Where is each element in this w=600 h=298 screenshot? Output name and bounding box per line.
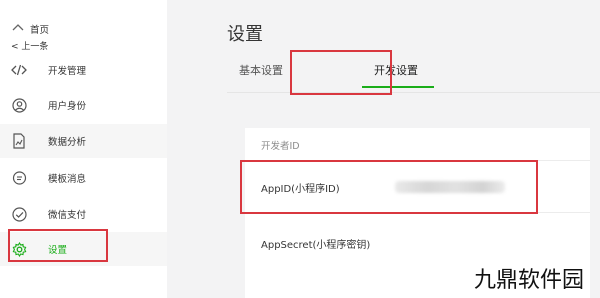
sidebar-item-settings[interactable]: 设置 [0, 232, 167, 266]
chevron-up-icon[interactable] [12, 22, 24, 34]
sidebar-item-label: 微信支付 [48, 210, 87, 221]
sidebar-item-wechat-pay[interactable]: 微信支付 [0, 197, 167, 231]
back-link[interactable]: < 上一条 [11, 39, 48, 52]
sidebar-item-label: 开发管理 [48, 66, 87, 77]
document-chart-icon [11, 133, 27, 149]
page-title: 设置 [227, 24, 263, 45]
sidebar-item-dev-management[interactable]: 开发管理 [0, 53, 167, 87]
appid-label: AppID(小程序ID) [261, 184, 340, 195]
tab-dev-settings[interactable]: 开发设置 [374, 62, 418, 78]
sidebar-item-label: 用户身份 [48, 101, 87, 112]
sidebar-item-label: 模板消息 [48, 174, 87, 185]
chat-bubble-icon [11, 170, 27, 186]
sidebar-item-data-analysis[interactable]: 数据分析 [0, 124, 167, 158]
user-icon [11, 97, 27, 113]
active-tab-indicator [362, 86, 434, 88]
appid-value-blurred[interactable] [395, 181, 505, 193]
tabs-divider [227, 92, 600, 93]
sidebar-item-label: 数据分析 [48, 137, 87, 148]
main-panel: 设置 基本设置 开发设置 开发者ID AppID(小程序ID) AppSecre… [167, 0, 600, 298]
watermark-text: 九鼎软件园 [474, 268, 585, 293]
gear-icon [11, 241, 27, 257]
developer-id-header: 开发者ID [245, 128, 590, 161]
sidebar-item-template-messages[interactable]: 模板消息 [0, 161, 167, 195]
code-icon [11, 62, 27, 78]
sidebar-item-home-label[interactable]: 首页 [30, 22, 49, 36]
checkmark-circle-icon [11, 206, 27, 222]
tab-basic-settings[interactable]: 基本设置 [239, 62, 283, 78]
sidebar-item-user-identity[interactable]: 用户身份 [0, 88, 167, 122]
appid-row: AppID(小程序ID) [245, 161, 590, 213]
sidebar: 首页 < 上一条 开发管理 用户身份 数据分析 模板消息 微信支付 设置 [0, 0, 167, 298]
sidebar-item-label: 设置 [48, 245, 68, 256]
appsecret-label: AppSecret(小程序密钥) [261, 240, 371, 251]
developer-id-title: 开发者ID [261, 141, 300, 152]
